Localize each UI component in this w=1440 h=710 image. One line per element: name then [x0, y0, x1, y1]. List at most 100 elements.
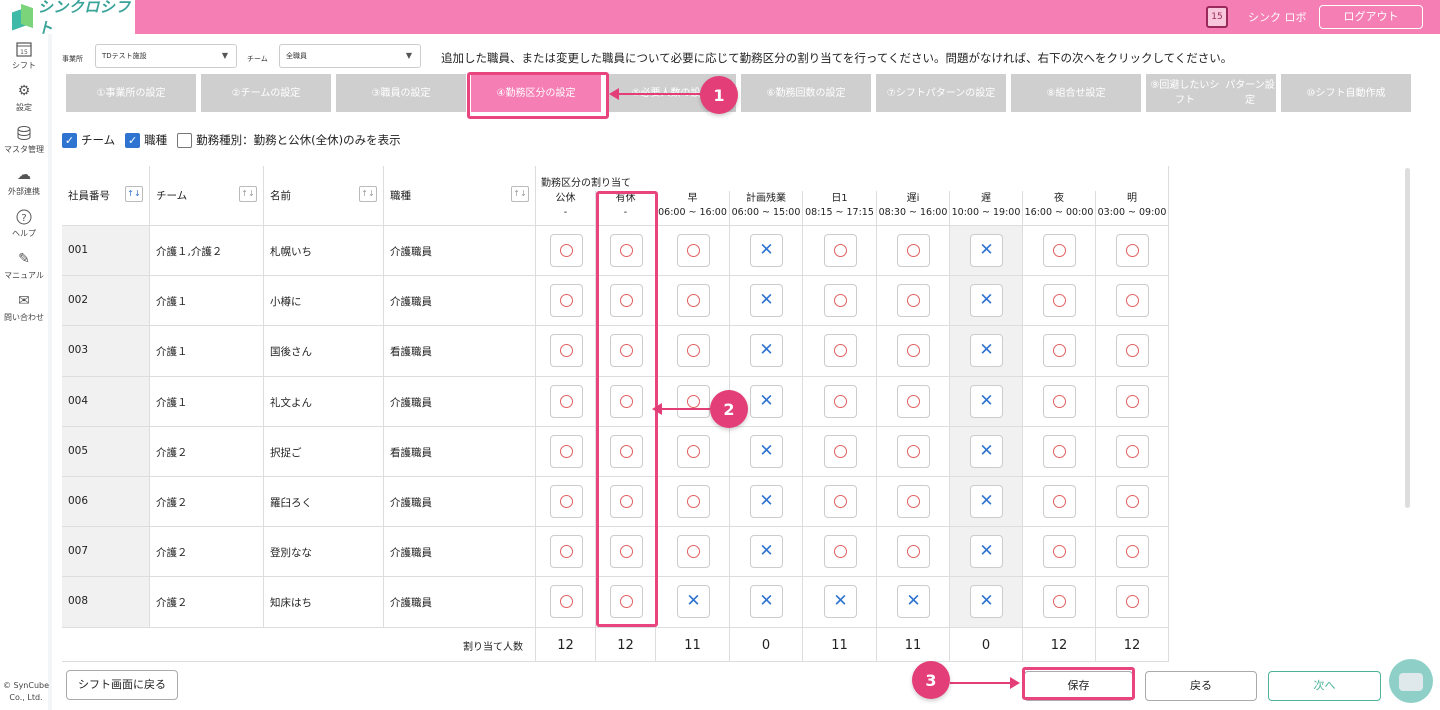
sidebar-item-shift[interactable]: 15 シフト	[0, 40, 48, 71]
sidebar-item-integration[interactable]: ☁ 外部連携	[0, 166, 48, 197]
assign-toggle-allowed[interactable]	[677, 485, 710, 518]
assign-toggle-allowed[interactable]	[1116, 485, 1149, 518]
assign-toggle-denied[interactable]: ✕	[970, 234, 1003, 267]
assign-toggle-allowed[interactable]	[824, 384, 857, 418]
assign-toggle-allowed[interactable]	[1116, 535, 1149, 569]
assign-toggle-denied[interactable]: ✕	[824, 585, 857, 619]
step-3[interactable]: ③職員の設定	[336, 74, 466, 112]
assign-toggle-allowed[interactable]	[1116, 334, 1149, 368]
assign-toggle-denied[interactable]: ✕	[970, 535, 1003, 569]
assign-toggle-allowed[interactable]	[550, 234, 583, 267]
shift-cell	[1023, 527, 1096, 578]
app-logo[interactable]: シンクロシフト	[0, 0, 135, 37]
shift-cell: ✕	[877, 577, 950, 628]
shift-cell: ✕	[730, 426, 803, 477]
assign-toggle-allowed[interactable]	[897, 284, 930, 318]
step-7[interactable]: ⑦シフト パターンの設定	[876, 74, 1006, 112]
sort-icon[interactable]: ↑↓	[511, 186, 529, 202]
step-9[interactable]: ⑨回避したいシフト パターン設定	[1146, 74, 1276, 112]
assign-toggle-allowed[interactable]	[550, 334, 583, 368]
assign-toggle-allowed[interactable]	[550, 585, 583, 619]
vertical-scrollbar[interactable]	[1405, 168, 1410, 508]
back-to-shift-button[interactable]: シフト画面に戻る	[66, 670, 178, 700]
assign-toggle-denied[interactable]: ✕	[750, 384, 783, 418]
assign-toggle-allowed[interactable]	[1116, 384, 1149, 418]
assign-toggle-allowed[interactable]	[897, 384, 930, 418]
assign-toggle-allowed[interactable]	[1043, 384, 1076, 418]
assign-toggle-denied[interactable]: ✕	[677, 585, 710, 619]
assign-toggle-allowed[interactable]	[550, 434, 583, 468]
next-button[interactable]: 次へ	[1268, 671, 1381, 701]
checkbox-work-type[interactable]: 勤務種別：勤務と公休(全休)のみを表示	[177, 132, 401, 148]
assign-toggle-allowed[interactable]	[824, 284, 857, 318]
logout-button[interactable]: ログアウト	[1319, 5, 1423, 29]
assign-toggle-allowed[interactable]	[677, 535, 710, 569]
assign-toggle-denied[interactable]: ✕	[750, 485, 783, 518]
assistant-robot-icon[interactable]	[1389, 659, 1433, 703]
assign-toggle-denied[interactable]: ✕	[970, 284, 1003, 318]
assign-toggle-denied[interactable]: ✕	[897, 585, 930, 619]
assign-toggle-denied[interactable]: ✕	[750, 585, 783, 619]
office-select[interactable]: TDテスト施設 ▼	[95, 44, 237, 68]
assign-toggle-allowed[interactable]	[1043, 434, 1076, 468]
checkbox-job[interactable]: ✓ 職種	[125, 132, 167, 148]
step-2[interactable]: ②チームの設定	[201, 74, 331, 112]
assign-toggle-allowed[interactable]	[1043, 234, 1076, 267]
checkbox-team[interactable]: ✓ チーム	[62, 132, 115, 148]
assign-toggle-allowed[interactable]	[897, 334, 930, 368]
assign-toggle-allowed[interactable]	[1116, 234, 1149, 267]
assign-toggle-allowed[interactable]	[677, 234, 710, 267]
assign-toggle-allowed[interactable]	[824, 485, 857, 518]
sidebar-item-settings[interactable]: ⚙ 設定	[0, 82, 48, 113]
assign-toggle-allowed[interactable]	[1116, 284, 1149, 318]
assign-toggle-denied[interactable]: ✕	[750, 434, 783, 468]
sidebar-item-manual[interactable]: ✎ マニュアル	[0, 250, 48, 281]
assign-toggle-allowed[interactable]	[1043, 485, 1076, 518]
assign-toggle-allowed[interactable]	[1043, 284, 1076, 318]
step-1[interactable]: ①事業所の設定	[66, 74, 196, 112]
sidebar-item-help[interactable]: ? ヘルプ	[0, 208, 48, 239]
assign-toggle-allowed[interactable]	[550, 284, 583, 318]
sort-icon[interactable]: ↑↓	[359, 186, 377, 202]
assign-toggle-allowed[interactable]	[550, 384, 583, 418]
assign-toggle-allowed[interactable]	[824, 535, 857, 569]
assign-toggle-denied[interactable]: ✕	[970, 434, 1003, 468]
assign-toggle-denied[interactable]: ✕	[970, 384, 1003, 418]
assign-toggle-denied[interactable]: ✕	[970, 585, 1003, 619]
assign-toggle-allowed[interactable]	[1043, 334, 1076, 368]
assign-toggle-allowed[interactable]	[1043, 535, 1076, 569]
sort-icon[interactable]: ↑↓	[125, 186, 143, 202]
assign-toggle-allowed[interactable]	[824, 234, 857, 267]
assign-toggle-allowed[interactable]	[824, 334, 857, 368]
calendar-icon[interactable]: 15	[1206, 6, 1228, 28]
assign-toggle-denied[interactable]: ✕	[970, 485, 1003, 518]
assign-toggle-allowed[interactable]	[677, 384, 710, 418]
assign-toggle-allowed[interactable]	[1116, 585, 1149, 619]
sort-icon[interactable]: ↑↓	[239, 186, 257, 202]
step-6[interactable]: ⑥勤務回数の設定	[741, 74, 871, 112]
step-10[interactable]: ⑩シフト自動作成	[1281, 74, 1411, 112]
assign-toggle-allowed[interactable]	[677, 284, 710, 318]
assign-toggle-allowed[interactable]	[897, 535, 930, 569]
sidebar-item-contact[interactable]: ✉ 問い合わせ	[0, 292, 48, 323]
assign-toggle-denied[interactable]: ✕	[750, 334, 783, 368]
assign-toggle-allowed[interactable]	[1043, 585, 1076, 619]
assign-toggle-allowed[interactable]	[897, 434, 930, 468]
assign-toggle-denied[interactable]: ✕	[750, 234, 783, 267]
assign-toggle-denied[interactable]: ✕	[750, 535, 783, 569]
assign-toggle-allowed[interactable]	[1116, 434, 1149, 468]
assign-toggle-allowed[interactable]	[897, 485, 930, 518]
back-button[interactable]: 戻る	[1145, 671, 1257, 701]
team-select[interactable]: 全職員 ▼	[279, 44, 421, 68]
assign-toggle-denied[interactable]: ✕	[750, 284, 783, 318]
assign-toggle-allowed[interactable]	[897, 234, 930, 267]
assign-toggle-allowed[interactable]	[677, 434, 710, 468]
assign-toggle-allowed[interactable]	[550, 535, 583, 569]
assign-toggle-denied[interactable]: ✕	[970, 334, 1003, 368]
assign-toggle-allowed[interactable]	[677, 334, 710, 368]
step-8[interactable]: ⑧組合せ設定	[1011, 74, 1141, 112]
assign-toggle-allowed[interactable]	[550, 485, 583, 518]
assign-toggle-allowed[interactable]	[824, 434, 857, 468]
sidebar-item-master[interactable]: マスタ管理	[0, 124, 48, 155]
shift-name: 夜	[1054, 193, 1064, 204]
